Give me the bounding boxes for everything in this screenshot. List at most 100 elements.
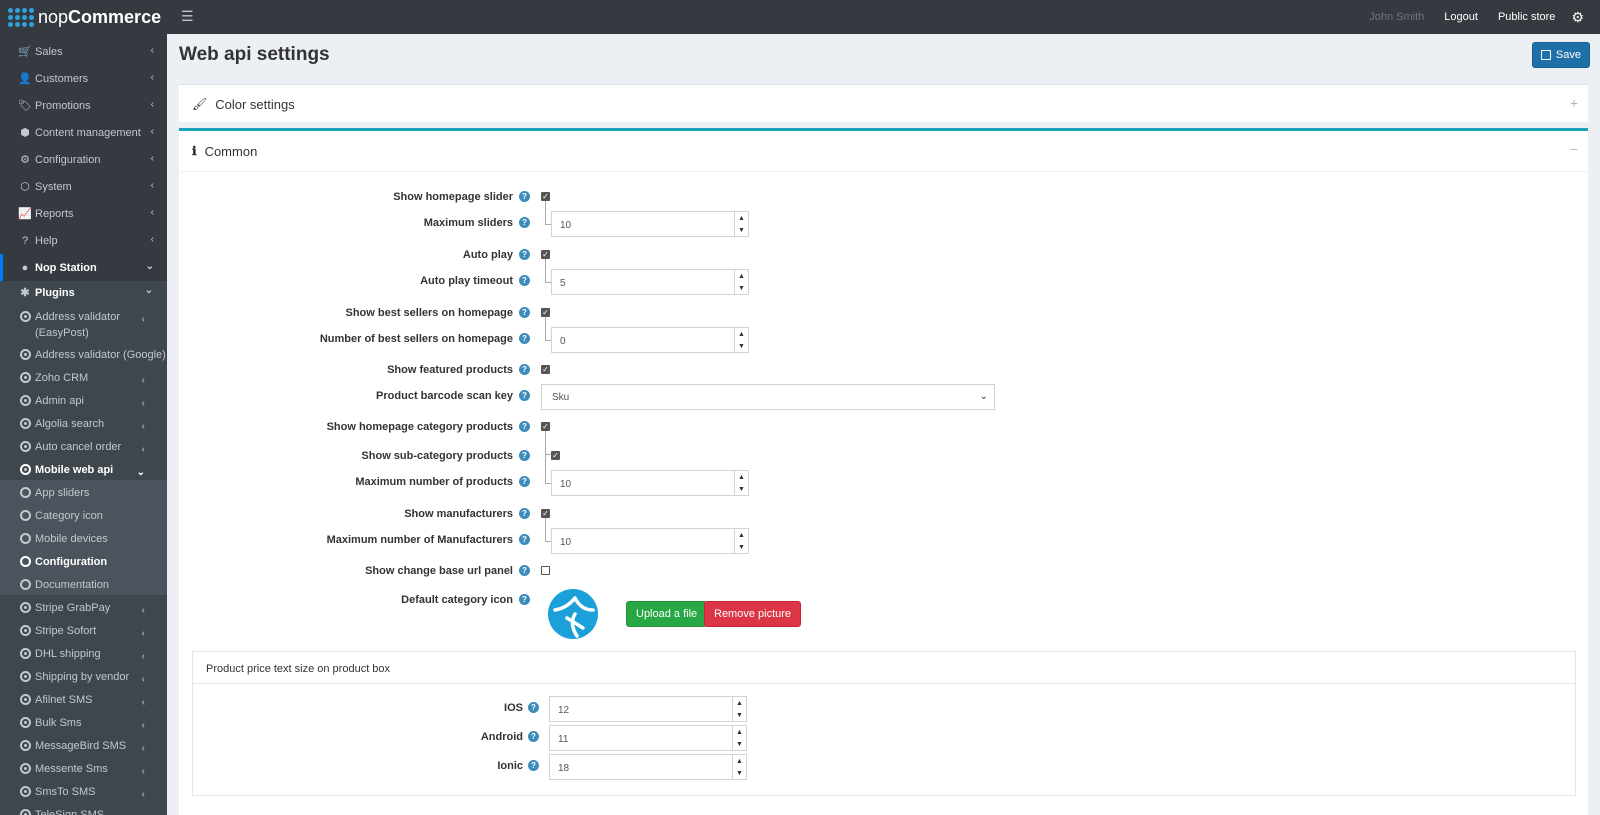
auto-play-checkbox[interactable] <box>541 250 550 259</box>
category-icon-preview <box>548 589 598 639</box>
plugin-item-mobile-web-api[interactable]: Mobile web api ⌄ <box>0 457 167 480</box>
sidebar-item-nop-station[interactable]: ● Nop Station ⌄ <box>0 254 167 281</box>
spinner-arrows-icon[interactable]: ▲ ▼ <box>734 529 748 553</box>
sidebar-item-sales[interactable]: 🛒 Sales ‹ <box>0 38 167 65</box>
cube-icon: ⬡ <box>20 181 30 193</box>
show-change-base-url-checkbox[interactable] <box>541 566 550 575</box>
help-icon[interactable]: ? <box>519 333 530 344</box>
plugin-item-algolia[interactable]: Algolia search ‹ <box>0 411 167 434</box>
chevron-left-icon: ‹ <box>150 207 154 218</box>
plugin-item-bulk-sms[interactable]: Bulk Sms ‹ <box>0 710 167 733</box>
logout-link[interactable]: Logout <box>1444 11 1478 23</box>
show-manufacturers-checkbox[interactable] <box>541 509 550 518</box>
spinner-arrows-icon[interactable]: ▲ ▼ <box>732 726 746 750</box>
menu-toggle-icon[interactable]: ☰ <box>181 8 194 25</box>
field-show-homepage-category: Show homepage category products ? <box>179 415 1588 441</box>
mobile-item-app-sliders[interactable]: App sliders <box>0 480 167 503</box>
sidebar-item-system[interactable]: ⬡ System ‹ <box>0 173 167 200</box>
spinner-arrows-icon[interactable]: ▲ ▼ <box>734 270 748 294</box>
spinner-arrows-icon[interactable]: ▲ ▼ <box>734 328 748 352</box>
chevron-left-icon: ‹ <box>141 674 145 685</box>
plugin-item-messagebird-sms[interactable]: MessageBird SMS ‹ <box>0 733 167 756</box>
help-icon[interactable]: ? <box>519 450 530 461</box>
spinner-arrows-icon[interactable]: ▲ ▼ <box>734 212 748 236</box>
show-homepage-slider-checkbox[interactable] <box>541 192 550 201</box>
help-icon[interactable]: ? <box>519 249 530 260</box>
sidebar-item-reports[interactable]: 📈 Reports ‹ <box>0 200 167 227</box>
radio-dot-icon <box>19 809 31 815</box>
settings-gears-icon[interactable]: ⚙ <box>1571 9 1584 26</box>
remove-picture-button[interactable]: Remove picture <box>704 601 802 627</box>
help-icon[interactable]: ? <box>519 565 530 576</box>
user-icon: 👤 <box>18 73 32 85</box>
radio-dot-icon <box>19 717 31 728</box>
max-manufacturers-input[interactable]: 10 ▲ ▼ <box>551 528 749 554</box>
android-size-input[interactable]: 11 ▲ ▼ <box>549 725 747 751</box>
nop-station-submenu: ✱ Plugins ⌄ Address validator (EasyPost) ‹ … <box>0 281 167 815</box>
brand-logo[interactable]: nopCommerce <box>0 0 167 34</box>
number-best-sellers-input[interactable]: 0 ▲ ▼ <box>551 327 749 353</box>
plugin-item-dhl-shipping[interactable]: DHL shipping ‹ <box>0 641 167 664</box>
plugin-item-auto-cancel[interactable]: Auto cancel order ‹ <box>0 434 167 457</box>
help-icon[interactable]: ? <box>519 421 530 432</box>
ionic-size-input[interactable]: 18 ▲ ▼ <box>549 754 747 780</box>
public-store-link[interactable]: Public store <box>1498 11 1555 23</box>
show-homepage-category-checkbox[interactable] <box>541 422 550 431</box>
sidebar-item-help[interactable]: ? Help ‹ <box>0 227 167 254</box>
help-icon[interactable]: ? <box>519 364 530 375</box>
sidebar-item-customers[interactable]: 👤 Customers ‹ <box>0 65 167 92</box>
mobile-item-configuration[interactable]: Configuration <box>0 549 167 572</box>
color-settings-title: Color settings <box>215 96 295 112</box>
spinner-arrows-icon[interactable]: ▲ ▼ <box>732 755 746 779</box>
help-icon[interactable]: ? <box>519 594 530 605</box>
save-button[interactable]: Save <box>1531 42 1590 68</box>
spinner-arrows-icon[interactable]: ▲ ▼ <box>734 471 748 495</box>
help-icon[interactable]: ? <box>519 508 530 519</box>
plugin-item-address-google[interactable]: Address validator (Google) <box>0 342 167 365</box>
mobile-item-documentation[interactable]: Documentation <box>0 572 167 595</box>
mobile-item-mobile-devices[interactable]: Mobile devices <box>0 526 167 549</box>
plugin-item-stripe-grabpay[interactable]: Stripe GrabPay ‹ <box>0 595 167 618</box>
auto-play-timeout-input[interactable]: 5 ▲ ▼ <box>551 269 749 295</box>
plugin-item-shipping-vendor[interactable]: Shipping by vendor ‹ <box>0 664 167 687</box>
radio-icon <box>19 533 31 544</box>
color-settings-panel[interactable]: 🖌 Color settings + <box>179 84 1588 122</box>
help-icon[interactable]: ? <box>519 476 530 487</box>
plugin-item-address-easypost[interactable]: Address validator (EasyPost) ‹ <box>0 304 167 342</box>
collapse-minus-icon[interactable]: − <box>1570 141 1578 157</box>
help-icon[interactable]: ? <box>519 307 530 318</box>
spinner-arrows-icon[interactable]: ▲ ▼ <box>732 697 746 721</box>
plugin-item-afilnet-sms[interactable]: Afilnet SMS ‹ <box>0 687 167 710</box>
barcode-scan-key-select[interactable]: Sku ⌄ <box>541 384 995 410</box>
help-icon[interactable]: ? <box>519 217 530 228</box>
plugin-item-stripe-sofort[interactable]: Stripe Sofort ‹ <box>0 618 167 641</box>
upload-file-button[interactable]: Upload a file <box>626 601 708 627</box>
sidebar-item-configuration[interactable]: ⚙ Configuration ‹ <box>0 146 167 173</box>
plugin-item-telesign-sms[interactable]: TeleSign SMS <box>0 802 167 815</box>
plugin-item-zoho-crm[interactable]: Zoho CRM ‹ <box>0 365 167 388</box>
maximum-sliders-input[interactable]: 10 ▲ ▼ <box>551 211 749 237</box>
plugin-item-messente-sms[interactable]: Messente Sms ‹ <box>0 756 167 779</box>
radio-dot-icon <box>19 602 31 613</box>
ios-size-input[interactable]: 12 ▲ ▼ <box>549 696 747 722</box>
help-icon[interactable]: ? <box>528 702 539 713</box>
max-products-input[interactable]: 10 ▲ ▼ <box>551 470 749 496</box>
help-icon[interactable]: ? <box>519 275 530 286</box>
help-icon[interactable]: ? <box>519 534 530 545</box>
sidebar-item-content-management[interactable]: ⬢ Content management ‹ <box>0 119 167 146</box>
plugin-item-smsto-sms[interactable]: SmsTo SMS ‹ <box>0 779 167 802</box>
sidebar-item-plugins[interactable]: ✱ Plugins ⌄ <box>0 281 167 304</box>
radio-dot-icon <box>19 625 31 636</box>
sidebar: 🛒 Sales ‹ 👤 Customers ‹ 🏷 Promotions ‹ ⬢ Conten… <box>0 34 167 815</box>
help-icon[interactable]: ? <box>519 191 530 202</box>
show-sub-category-checkbox[interactable] <box>551 451 560 460</box>
help-icon[interactable]: ? <box>528 731 539 742</box>
mobile-item-category-icon[interactable]: Category icon <box>0 503 167 526</box>
show-best-sellers-checkbox[interactable] <box>541 308 550 317</box>
expand-plus-icon[interactable]: + <box>1570 95 1578 111</box>
show-featured-checkbox[interactable] <box>541 365 550 374</box>
sidebar-item-promotions[interactable]: 🏷 Promotions ‹ <box>0 92 167 119</box>
help-icon[interactable]: ? <box>528 760 539 771</box>
plugin-item-admin-api[interactable]: Admin api ‹ <box>0 388 167 411</box>
help-icon[interactable]: ? <box>519 390 530 401</box>
